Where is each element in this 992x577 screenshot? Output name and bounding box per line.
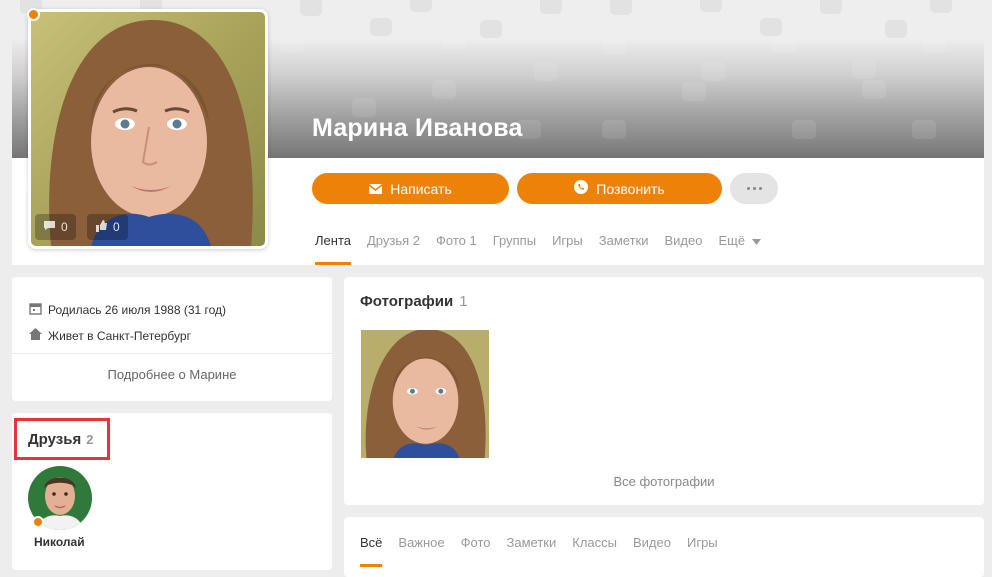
feed-tab-photo[interactable]: Фото — [461, 533, 491, 567]
thumbnail-photo — [361, 330, 489, 458]
profile-avatar[interactable]: 0 0 — [28, 9, 268, 249]
tab-games[interactable]: Игры — [552, 226, 583, 265]
comments-count: 0 — [61, 220, 68, 234]
profile-name: Марина Иванова — [312, 114, 523, 142]
birthday-row: Родилась 26 июля 1988 (31 год) — [29, 302, 226, 318]
photos-count: 1 — [459, 293, 468, 310]
like-icon — [95, 219, 108, 235]
tab-groups[interactable]: Группы — [493, 226, 536, 265]
birthday-text: Родилась 26 июля 1988 (31 год) — [48, 303, 227, 317]
tab-feed[interactable]: Лента — [315, 226, 351, 265]
photo-thumbnail[interactable] — [361, 330, 489, 458]
chevron-down-icon — [749, 233, 761, 248]
tab-friends[interactable]: Друзья 2 — [367, 226, 420, 265]
calendar-icon — [29, 302, 42, 318]
all-photos-link[interactable]: Все фотографии — [344, 474, 984, 489]
envelope-icon — [368, 181, 383, 197]
tab-more[interactable]: Ещё — [718, 226, 761, 265]
feed-tabs: Всё Важное Фото Заметки Классы Видео Игр… — [360, 533, 734, 567]
write-message-button[interactable]: Написать — [312, 173, 509, 204]
more-actions-button[interactable] — [730, 173, 778, 204]
call-label: Позвонить — [596, 180, 665, 197]
more-dot-icon — [746, 187, 750, 190]
online-status-dot — [27, 8, 40, 21]
call-button[interactable]: Позвонить — [517, 173, 722, 204]
about-card: Родилась 26 июля 1988 (31 год) Живет в С… — [12, 277, 332, 401]
friends-title-text: Друзья — [28, 430, 82, 448]
more-about-link[interactable]: Подробнее о Марине — [12, 367, 332, 382]
photos-title-text: Фотографии — [360, 293, 454, 310]
feed-tab-video[interactable]: Видео — [633, 533, 671, 567]
profile-tabs: Лента Друзья 2 Фото 1 Группы Игры Заметк… — [315, 226, 777, 266]
feed-tab-important[interactable]: Важное — [398, 533, 444, 567]
friends-count: 2 — [86, 431, 94, 447]
friend-name[interactable]: Николай — [34, 535, 85, 549]
divider — [12, 353, 332, 354]
tab-photos[interactable]: Фото 1 — [436, 226, 477, 265]
avatar-likes-counter[interactable]: 0 — [87, 214, 128, 240]
likes-count: 0 — [113, 220, 120, 234]
photos-section-title[interactable]: Фотографии 1 — [360, 293, 468, 310]
tab-notes[interactable]: Заметки — [599, 226, 649, 265]
feed-tab-all[interactable]: Всё — [360, 533, 383, 567]
friends-section-title[interactable]: Друзья 2 — [14, 418, 110, 460]
write-message-label: Написать — [390, 180, 452, 197]
feed-tab-classes[interactable]: Классы — [572, 533, 617, 567]
feed-tab-games[interactable]: Игры — [687, 533, 718, 567]
city-row: Живет в Санкт-Петербург — [29, 328, 191, 343]
tab-video[interactable]: Видео — [664, 226, 702, 265]
comment-icon — [43, 220, 56, 234]
friend-online-dot — [32, 516, 44, 528]
feed-tab-notes[interactable]: Заметки — [507, 533, 557, 567]
avatar-comments-counter[interactable]: 0 — [35, 214, 76, 240]
phone-icon — [574, 180, 589, 197]
city-text: Живет в Санкт-Петербург — [48, 328, 191, 343]
avatar-photo — [31, 12, 265, 246]
home-icon — [29, 328, 42, 343]
